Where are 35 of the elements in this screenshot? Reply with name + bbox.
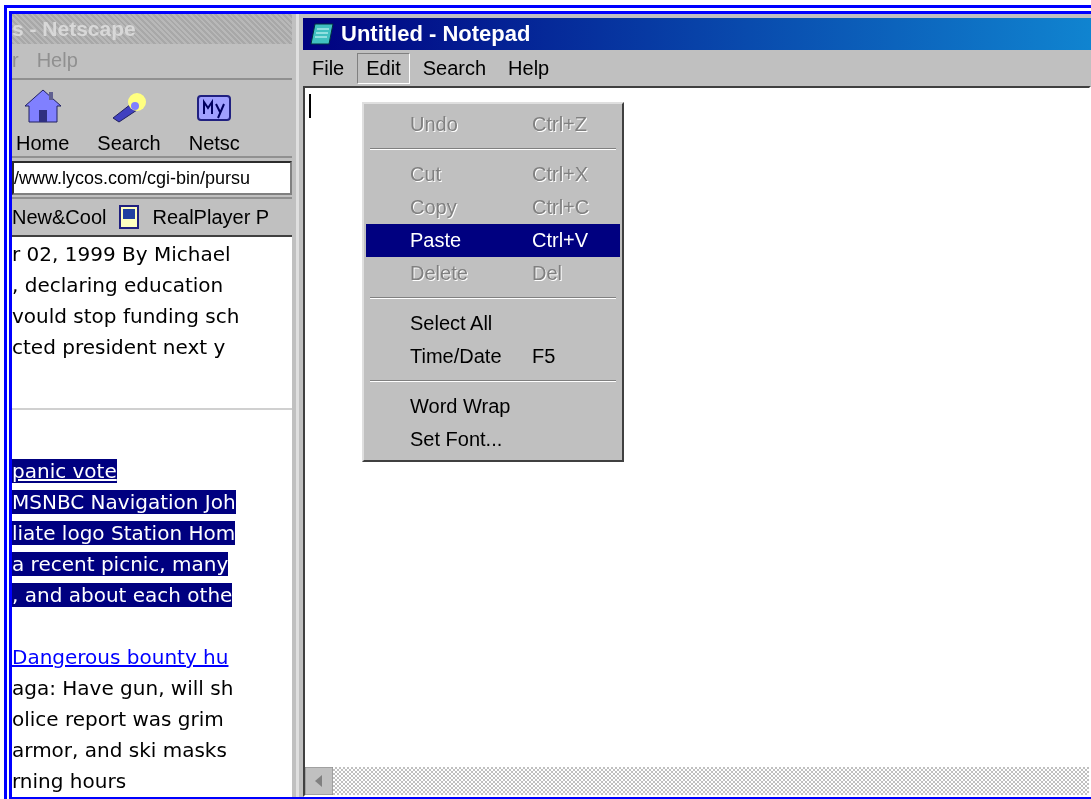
toolbar-button[interactable]: Netsc [184, 79, 244, 157]
article-text: rning hours [12, 769, 127, 793]
menu-item[interactable]: File [303, 52, 354, 84]
scroll-left-icon[interactable] [305, 767, 333, 795]
menu-item[interactable]: Search [413, 52, 496, 84]
article-text: liate logo Station Hom [12, 521, 236, 545]
house-icon [22, 87, 63, 124]
bookmark-button[interactable]: New&Cool [12, 205, 107, 229]
menu-item[interactable]: Help [499, 52, 559, 84]
document-icon [118, 204, 141, 231]
article-text: r 02, 1999 By Michael [12, 242, 231, 266]
article-text: a recent picnic, many [12, 552, 229, 576]
window-title-bar: Untitled - Notepad [303, 18, 1091, 50]
toolbar-button[interactable]: Home [12, 79, 74, 157]
bookmark-button[interactable]: RealPlayer P [152, 205, 270, 229]
article-text: cted president next y [12, 335, 226, 359]
notepad-icon [309, 22, 335, 46]
article-text: vould stop funding sch [12, 304, 240, 328]
article-text: , and about each othe [12, 583, 233, 607]
toolbar-button[interactable]: Search [93, 79, 165, 157]
article-text: , declaring education [12, 273, 224, 297]
article-text: aga: Have gun, will sh [12, 676, 234, 700]
article-text: armor, and ski masks [12, 738, 227, 762]
menu-option[interactable]: Select All [366, 307, 620, 340]
menu-option[interactable]: Paste Ctrl+V [366, 224, 620, 257]
headline-link[interactable]: Dangerous bounty hu [12, 645, 229, 669]
headline-link[interactable]: panic vote [12, 459, 117, 483]
menu-item[interactable]: Edit [357, 52, 410, 84]
horizontal-scrollbar[interactable] [305, 767, 1089, 795]
article-text: MSNBC Navigation Joh [12, 490, 236, 514]
menu-option[interactable]: Time/Date F5 [366, 340, 620, 373]
menu-option[interactable]: Set Font... [366, 423, 620, 456]
location-field[interactable]: /www.lycos.com/cgi-bin/pursu [12, 160, 292, 195]
menu-option[interactable]: Word Wrap [366, 390, 620, 423]
article-text: olice report was grim [12, 707, 224, 731]
